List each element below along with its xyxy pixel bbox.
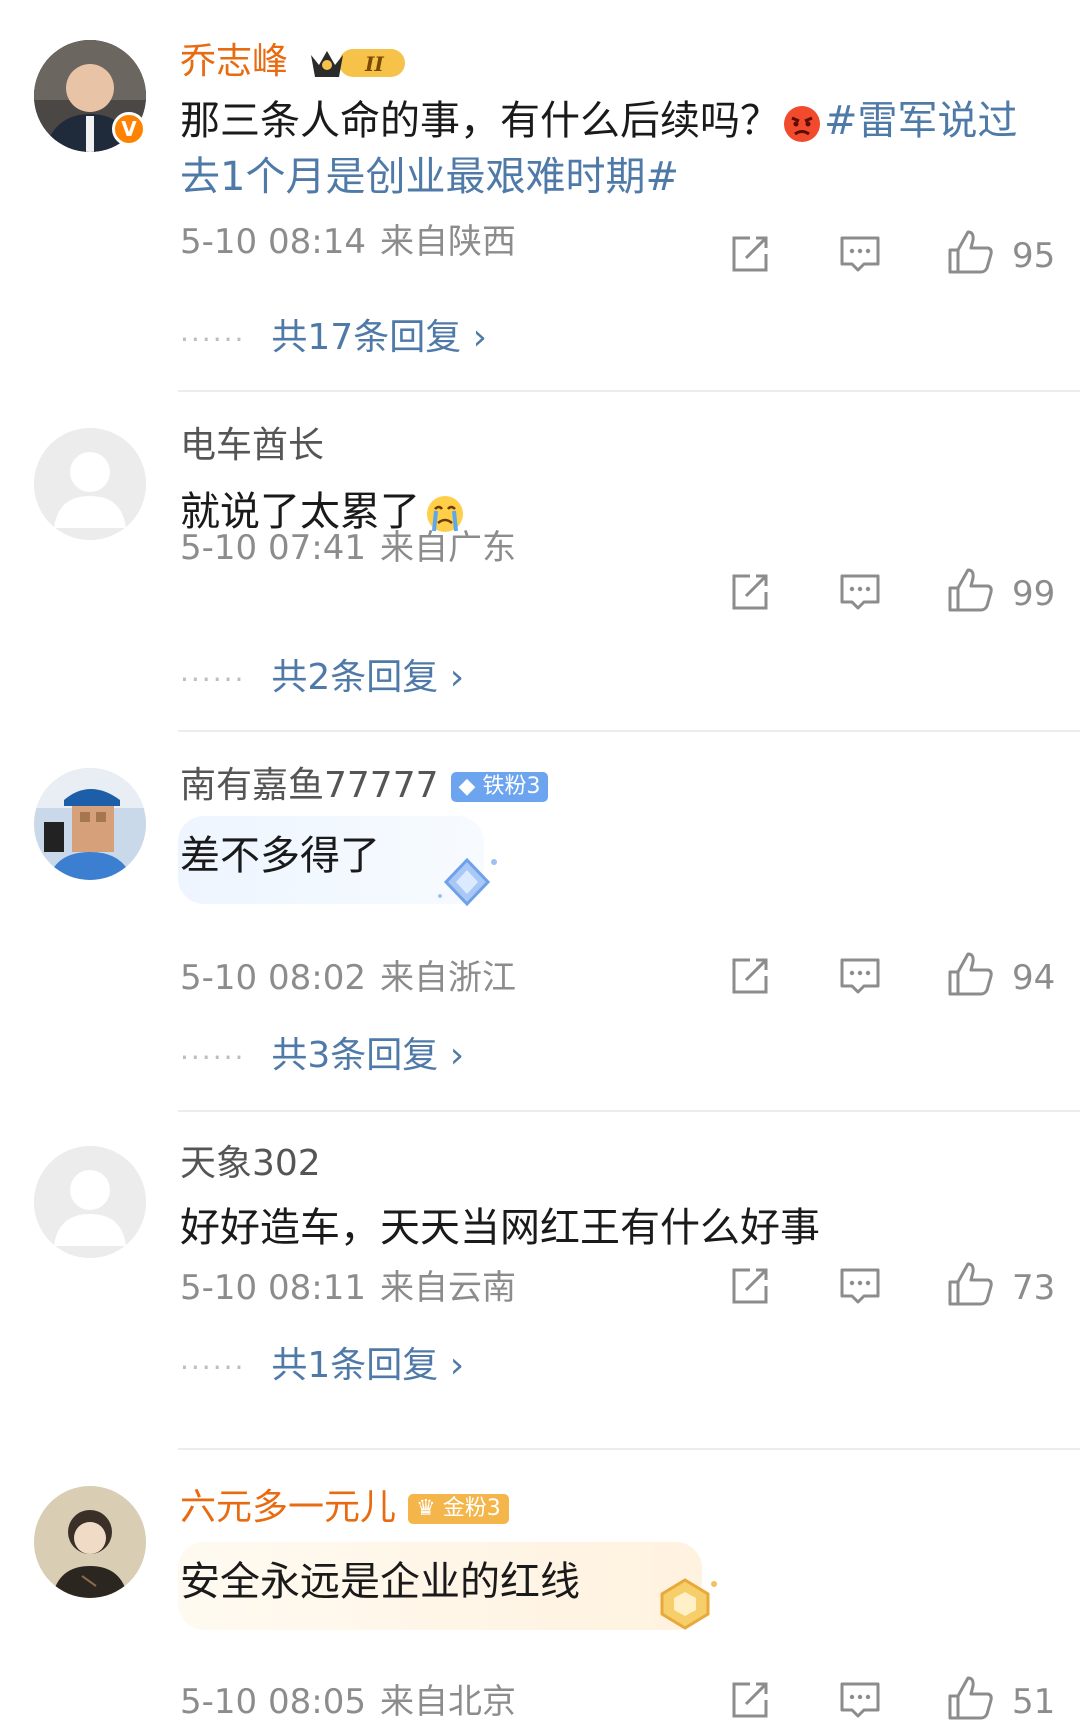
- avatar-image: [34, 768, 146, 880]
- avatar-image: [34, 1486, 146, 1598]
- location: 来自云南: [379, 1268, 516, 1308]
- fan-badge: ◆ 铁粉3: [450, 772, 549, 802]
- like-count: 73: [1012, 1268, 1056, 1308]
- like-count: 95: [1012, 236, 1056, 276]
- comment-icon[interactable]: [838, 570, 882, 618]
- like-count: 99: [1012, 574, 1056, 614]
- comment-meta: 5-10 08:05 来自北京: [180, 1674, 516, 1723]
- comment-text: 差不多得了: [180, 833, 380, 879]
- vip-level-badge-icon: II: [309, 45, 407, 81]
- comment-meta: 5-10 08:11 来自云南: [180, 1260, 516, 1309]
- avatar[interactable]: [34, 1146, 146, 1258]
- share-icon[interactable]: [728, 232, 772, 280]
- replies-count[interactable]: 共17条回复 ›: [271, 317, 487, 358]
- avatar[interactable]: [34, 768, 146, 880]
- svg-text:II: II: [364, 52, 384, 76]
- like-icon[interactable]: [946, 1674, 996, 1728]
- comment-item: V 乔志峰 II 那三条人命的事，有什么后续吗？ #雷军说过去1个月是创业最艰难…: [0, 0, 1080, 392]
- view-replies-link[interactable]: ······ 共2条回复 ›: [180, 648, 464, 700]
- location: 来自浙江: [379, 958, 516, 998]
- default-avatar-icon: [34, 428, 146, 540]
- comment-item: 南有嘉鱼77777 ◆ 铁粉3 差不多得了 5-10 08:02 来自浙江 94 ·…: [0, 732, 1080, 1110]
- comment-text: 那三条人命的事，有什么后续吗？ #雷军说过去1个月是创业最艰难时期#: [180, 98, 1018, 200]
- view-replies-link[interactable]: ······ 共1条回复 ›: [180, 1336, 464, 1388]
- share-icon[interactable]: [728, 954, 772, 1002]
- avatar[interactable]: [34, 428, 146, 540]
- view-replies-link[interactable]: ······ 共3条回复 ›: [180, 1026, 464, 1078]
- comment-text: 安全永远是企业的红线: [180, 1559, 580, 1605]
- replies-count[interactable]: 共1条回复 ›: [271, 1345, 464, 1386]
- verified-badge-icon: V: [112, 112, 146, 146]
- default-avatar-icon: [34, 1146, 146, 1258]
- comment-icon[interactable]: [838, 232, 882, 280]
- username[interactable]: 南有嘉鱼77777 ◆ 铁粉3: [180, 764, 549, 808]
- like-count: 51: [1012, 1682, 1056, 1722]
- location: 来自陕西: [379, 222, 516, 262]
- username[interactable]: 六元多一元儿 ♛ 金粉3: [180, 1486, 509, 1530]
- comment-item: 电车酋长 就说了太累了 5-10 07:41 来自广东 99 ······ 共2条回…: [0, 392, 1080, 730]
- share-icon[interactable]: [728, 570, 772, 618]
- comment-item: 六元多一元儿 ♛ 金粉3 安全永远是企业的红线 5-10 08:05 来自北京 51: [0, 1450, 1080, 1735]
- like-icon[interactable]: [946, 1260, 996, 1314]
- location: 来自广东: [379, 528, 516, 568]
- comment-meta: 5-10 08:02 来自浙江: [180, 950, 516, 999]
- comment-icon[interactable]: [838, 1264, 882, 1312]
- timestamp: 5-10 08:11: [180, 1268, 366, 1308]
- timestamp: 5-10 08:14: [180, 222, 366, 262]
- comment-meta: 5-10 08:14 来自陕西: [180, 214, 516, 263]
- like-icon[interactable]: [946, 566, 996, 620]
- reply-dots: ······: [180, 663, 246, 696]
- username[interactable]: 电车酋长: [180, 424, 324, 468]
- like-count: 94: [1012, 958, 1056, 998]
- timestamp: 5-10 08:05: [180, 1682, 366, 1722]
- angry-face-icon: [782, 103, 822, 143]
- reply-dots: ······: [180, 1041, 246, 1074]
- replies-count[interactable]: 共2条回复 ›: [271, 657, 464, 698]
- timestamp: 5-10 07:41: [180, 528, 366, 568]
- share-icon[interactable]: [728, 1678, 772, 1726]
- avatar[interactable]: [34, 1486, 146, 1598]
- comment-icon[interactable]: [838, 954, 882, 1002]
- location: 来自北京: [379, 1682, 516, 1722]
- username[interactable]: 天象302: [180, 1142, 321, 1186]
- share-icon[interactable]: [728, 1264, 772, 1312]
- comment-item: 天象302 好好造车，天天当网红王有什么好事 5-10 08:11 来自云南 73…: [0, 1112, 1080, 1450]
- like-icon[interactable]: [946, 228, 996, 282]
- fan-badge: ♛ 金粉3: [408, 1494, 509, 1524]
- view-replies-link[interactable]: ······ 共17条回复 ›: [180, 308, 487, 360]
- comment-icon[interactable]: [838, 1678, 882, 1726]
- like-icon[interactable]: [946, 950, 996, 1004]
- reply-dots: ······: [180, 1351, 246, 1384]
- comment-text: 好好造车，天天当网红王有什么好事: [180, 1205, 820, 1251]
- reply-dots: ······: [180, 323, 246, 356]
- username[interactable]: 乔志峰 II: [180, 40, 407, 84]
- replies-count[interactable]: 共3条回复 ›: [271, 1035, 464, 1076]
- comment-meta: 5-10 07:41 来自广东: [180, 520, 516, 569]
- timestamp: 5-10 08:02: [180, 958, 366, 998]
